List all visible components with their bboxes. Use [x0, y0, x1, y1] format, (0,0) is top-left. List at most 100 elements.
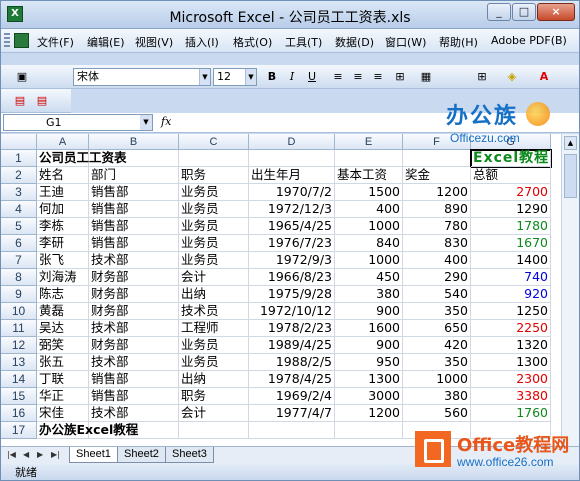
column-header[interactable]: B	[89, 134, 179, 150]
bonus-cell[interactable]: 890	[403, 201, 471, 218]
total-cell[interactable]: 2700	[471, 184, 551, 201]
bonus-cell[interactable]: 780	[403, 218, 471, 235]
job-cell[interactable]: 业务员	[179, 337, 249, 354]
base-salary-cell[interactable]: 1000	[335, 218, 403, 235]
minimize-button[interactable]: _	[487, 3, 511, 21]
fx-icon[interactable]: fx	[161, 115, 171, 128]
row-header[interactable]: 10	[1, 303, 37, 320]
column-header[interactable]: A	[37, 134, 89, 150]
bonus-cell[interactable]: 290	[403, 269, 471, 286]
name-cell[interactable]: 华正	[37, 388, 89, 405]
job-cell[interactable]: 会计	[179, 405, 249, 422]
maximize-button[interactable]: □	[512, 3, 536, 21]
bonus-cell[interactable]: 400	[403, 252, 471, 269]
base-salary-cell[interactable]: 1600	[335, 320, 403, 337]
dept-cell[interactable]: 技术部	[89, 354, 179, 371]
dept-cell[interactable]: 财务部	[89, 337, 179, 354]
row-header[interactable]: 16	[1, 405, 37, 422]
name-cell[interactable]: 何加	[37, 201, 89, 218]
menu-window[interactable]: 窗口(W)	[385, 34, 426, 50]
row-header[interactable]: 9	[1, 286, 37, 303]
font-name-combo[interactable]: 宋体 ▼	[73, 68, 211, 86]
menu-help[interactable]: 帮助(H)	[439, 34, 478, 50]
menu-insert[interactable]: 插入(I)	[185, 34, 219, 50]
job-cell[interactable]: 出纳	[179, 371, 249, 388]
name-cell[interactable]: 李栋	[37, 218, 89, 235]
grid-cell[interactable]	[335, 150, 403, 167]
row-header[interactable]: 7	[1, 252, 37, 269]
underline-button[interactable]: U	[303, 68, 321, 86]
dept-cell[interactable]: 财务部	[89, 269, 179, 286]
align-right-icon[interactable]: ≡	[369, 68, 387, 86]
row-header[interactable]: 14	[1, 371, 37, 388]
name-cell[interactable]: 李研	[37, 235, 89, 252]
row-header[interactable]: 6	[1, 235, 37, 252]
italic-button[interactable]: I	[283, 68, 301, 86]
bonus-cell[interactable]: 540	[403, 286, 471, 303]
workbook-icon[interactable]	[14, 33, 29, 48]
row-header[interactable]: 3	[1, 184, 37, 201]
pdf-email-icon[interactable]: ▤	[33, 92, 51, 110]
align-center-icon[interactable]: ≡	[349, 68, 367, 86]
grid-cell[interactable]	[179, 150, 249, 167]
scroll-up-icon[interactable]: ▲	[564, 136, 577, 150]
dept-cell[interactable]: 销售部	[89, 201, 179, 218]
column-header[interactable]: E	[335, 134, 403, 150]
total-cell[interactable]: 1760	[471, 405, 551, 422]
column-title-cell[interactable]: 奖金	[403, 167, 471, 184]
total-cell[interactable]: 740	[471, 269, 551, 286]
column-title-cell[interactable]: 职务	[179, 167, 249, 184]
dept-cell[interactable]: 销售部	[89, 235, 179, 252]
name-cell[interactable]: 吴达	[37, 320, 89, 337]
currency-icon[interactable]: ▦	[417, 68, 435, 86]
base-salary-cell[interactable]: 3000	[335, 388, 403, 405]
footer-cell[interactable]: 办公族Excel教程	[37, 422, 138, 439]
menu-view[interactable]: 视图(V)	[135, 34, 173, 50]
job-cell[interactable]: 业务员	[179, 218, 249, 235]
job-cell[interactable]: 业务员	[179, 184, 249, 201]
dept-cell[interactable]: 销售部	[89, 371, 179, 388]
birth-cell[interactable]: 1978/2/23	[249, 320, 335, 337]
prev-sheet-icon[interactable]: ◀	[23, 450, 29, 459]
bonus-cell[interactable]: 830	[403, 235, 471, 252]
column-header[interactable]: C	[179, 134, 249, 150]
scroll-thumb[interactable]	[564, 154, 577, 198]
first-sheet-icon[interactable]: |◀	[7, 450, 16, 459]
row-header[interactable]: 5	[1, 218, 37, 235]
birth-cell[interactable]: 1978/4/25	[249, 371, 335, 388]
chevron-down-icon[interactable]: ▼	[140, 115, 152, 130]
base-salary-cell[interactable]: 450	[335, 269, 403, 286]
base-salary-cell[interactable]: 400	[335, 201, 403, 218]
base-salary-cell[interactable]: 950	[335, 354, 403, 371]
total-cell[interactable]: 1670	[471, 235, 551, 252]
chevron-down-icon[interactable]: ▼	[245, 69, 256, 85]
bonus-cell[interactable]: 380	[403, 388, 471, 405]
name-cell[interactable]: 张五	[37, 354, 89, 371]
save-icon[interactable]: ▣	[11, 68, 33, 86]
row-header[interactable]: 13	[1, 354, 37, 371]
row-header[interactable]: 4	[1, 201, 37, 218]
vertical-scrollbar[interactable]: ▲	[561, 134, 579, 446]
dept-cell[interactable]: 技术部	[89, 405, 179, 422]
birth-cell[interactable]: 1966/8/23	[249, 269, 335, 286]
bonus-cell[interactable]: 350	[403, 303, 471, 320]
font-color-button[interactable]: A	[533, 68, 555, 86]
job-cell[interactable]: 职务	[179, 388, 249, 405]
last-sheet-icon[interactable]: ▶|	[51, 450, 60, 459]
bonus-cell[interactable]: 650	[403, 320, 471, 337]
name-cell[interactable]: 陈志	[37, 286, 89, 303]
bonus-cell[interactable]: 350	[403, 354, 471, 371]
total-cell[interactable]: 1290	[471, 201, 551, 218]
birth-cell[interactable]: 1972/9/3	[249, 252, 335, 269]
pdf-convert-icon[interactable]: ▤	[11, 92, 29, 110]
job-cell[interactable]: 业务员	[179, 252, 249, 269]
sheet-tab-2[interactable]: Sheet2	[117, 447, 166, 463]
bonus-cell[interactable]: 1200	[403, 184, 471, 201]
bonus-cell[interactable]: 1000	[403, 371, 471, 388]
birth-cell[interactable]: 1972/12/3	[249, 201, 335, 218]
job-cell[interactable]: 业务员	[179, 354, 249, 371]
job-cell[interactable]: 技术员	[179, 303, 249, 320]
menu-data[interactable]: 数据(D)	[335, 34, 374, 50]
base-salary-cell[interactable]: 900	[335, 337, 403, 354]
birth-cell[interactable]: 1965/4/25	[249, 218, 335, 235]
